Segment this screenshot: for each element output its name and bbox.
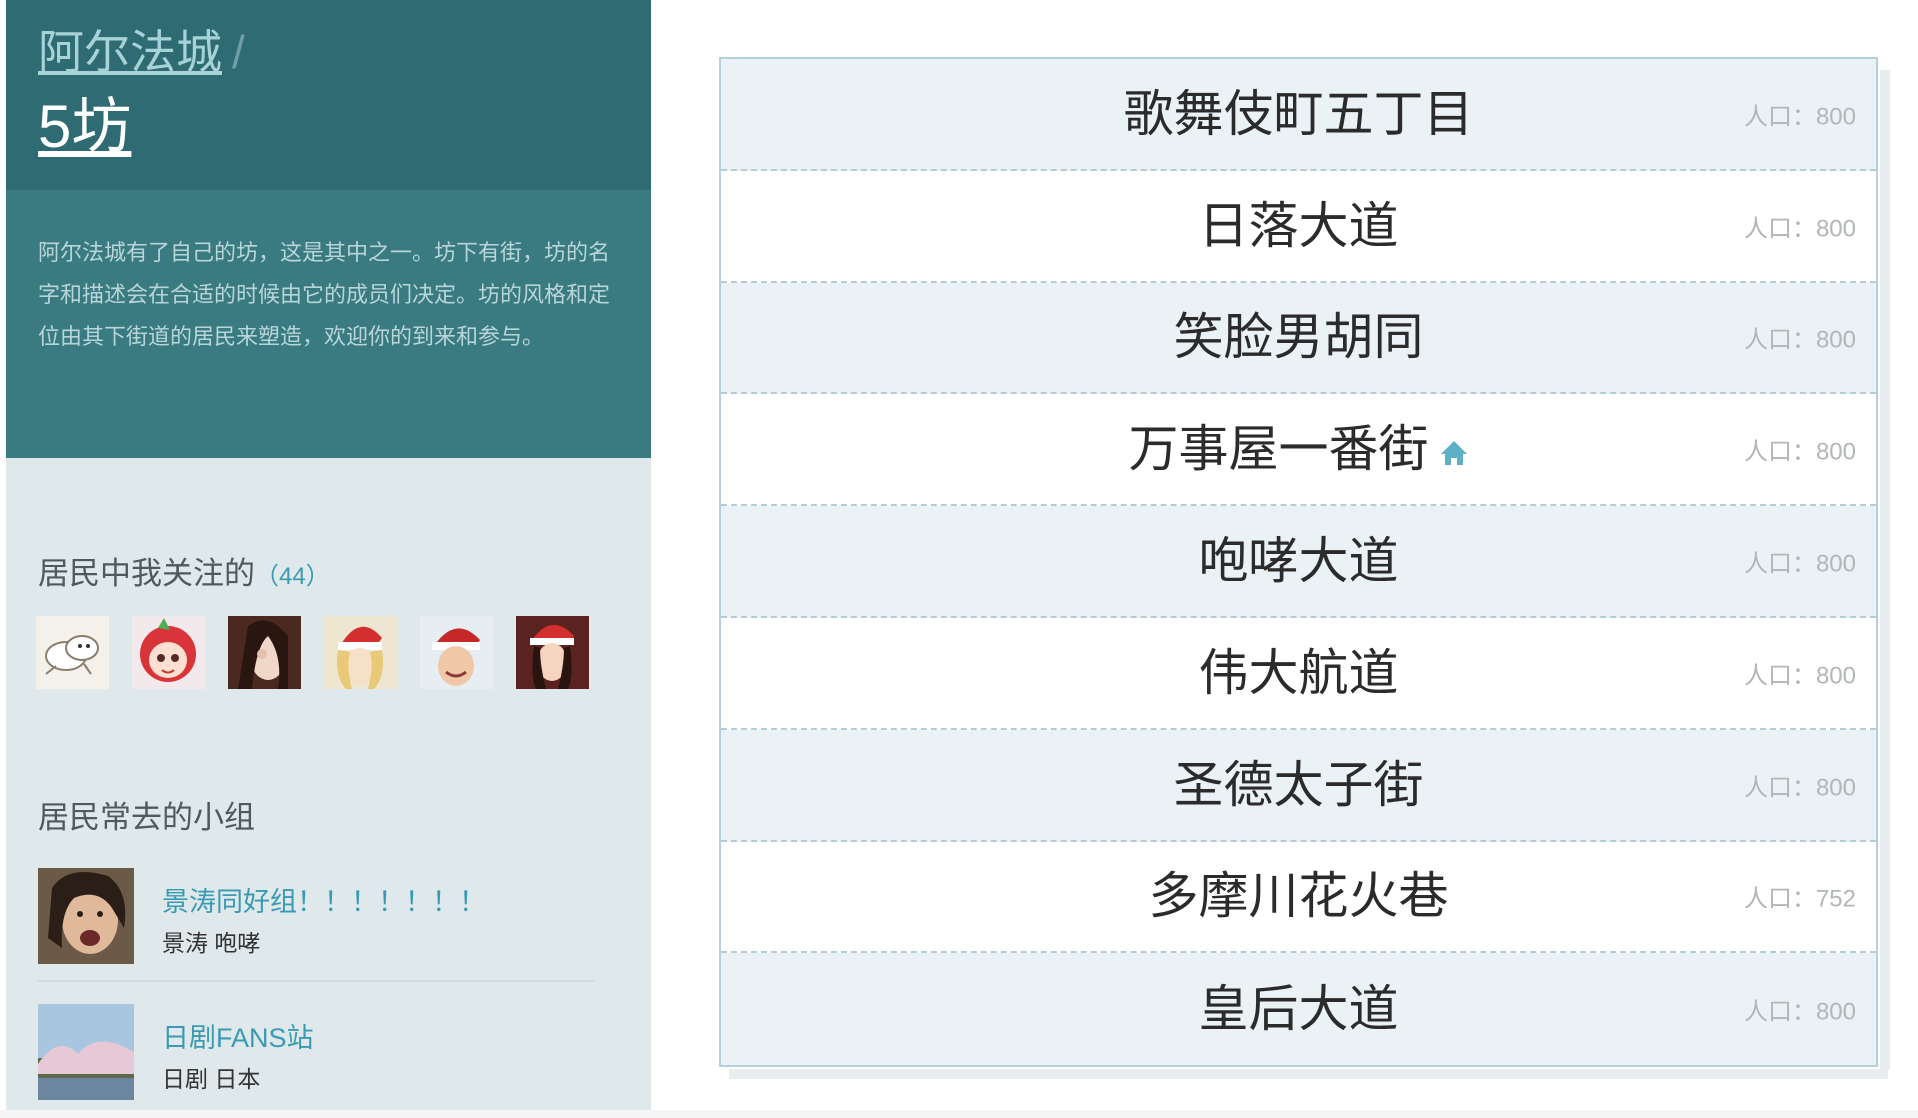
avatar[interactable]: [324, 616, 397, 689]
city-link[interactable]: 阿尔法城: [38, 26, 222, 78]
group-item[interactable]: 景涛同好组！！！！！！！ 景涛 咆哮: [38, 868, 598, 968]
groups-heading: 居民常去的小组: [38, 800, 255, 835]
breadcrumb-separator: /: [232, 26, 245, 78]
group-name-link[interactable]: 景涛同好组！！！！！！！: [162, 880, 486, 919]
street-row[interactable]: 日落大道 人口：800: [721, 170, 1876, 283]
population-label: 人口：: [1743, 998, 1816, 1026]
population-label: 人口：: [1743, 103, 1816, 131]
avatar[interactable]: [420, 616, 493, 689]
group-item[interactable]: 日剧FANS站 日剧 日本: [38, 1004, 598, 1104]
street-row[interactable]: 万事屋一番街 人口：800: [721, 394, 1876, 507]
avatar[interactable]: [228, 616, 301, 689]
population-label: 人口：: [1743, 774, 1816, 802]
group-thumbnail[interactable]: [38, 868, 134, 964]
street-name[interactable]: 日落大道: [721, 196, 1876, 256]
street-name[interactable]: 多摩川花火巷: [721, 866, 1876, 926]
population-label: 人口：: [1743, 885, 1816, 913]
street-name[interactable]: 皇后大道: [721, 979, 1876, 1039]
count-open: （: [255, 563, 279, 590]
street-row[interactable]: 圣德太子街 人口：800: [721, 729, 1876, 842]
followed-residents-heading: 居民中我关注的（44）: [38, 548, 330, 593]
description-panel: 阿尔法城有了自己的坊，这是其中之一。坊下有街，坊的名字和描述会在合适的时候由它的…: [6, 190, 651, 458]
street-list: 歌舞伎町五丁目 人口：800 日落大道 人口：800 笑脸男胡同 人口：800 …: [719, 57, 1878, 1067]
group-divider: [38, 980, 594, 982]
street-name[interactable]: 咆哮大道: [721, 531, 1876, 591]
street-name[interactable]: 笑脸男胡同: [721, 307, 1876, 367]
population-value: 800: [1815, 103, 1856, 131]
street-name-wrap[interactable]: 万事屋一番街: [721, 419, 1876, 479]
description-text: 阿尔法城有了自己的坊，这是其中之一。坊下有街，坊的名字和描述会在合适的时候由它的…: [38, 240, 611, 349]
followed-count-link[interactable]: 44: [279, 563, 306, 590]
group-name-link[interactable]: 日剧FANS站: [162, 1016, 314, 1055]
population-value: 800: [1815, 662, 1856, 690]
panel-shadow: [729, 1069, 1888, 1079]
street-row[interactable]: 多摩川花火巷 人口：752: [721, 841, 1876, 954]
population-value: 800: [1815, 774, 1856, 802]
population-label: 人口：: [1743, 438, 1816, 466]
avatar-list: [36, 616, 589, 689]
street-population: 人口：800: [1744, 655, 1856, 690]
population-value: 800: [1815, 438, 1856, 466]
street-name[interactable]: 万事屋一番街: [1129, 421, 1429, 477]
followed-residents-title: 居民中我关注的: [38, 556, 255, 591]
street-population: 人口：800: [1744, 320, 1856, 355]
street-row[interactable]: 歌舞伎町五丁目 人口：800: [721, 59, 1876, 171]
page-title: 5坊: [38, 93, 132, 160]
street-population: 人口：752: [1744, 879, 1856, 914]
street-row[interactable]: 笑脸男胡同 人口：800: [721, 282, 1876, 395]
population-value: 752: [1815, 885, 1856, 913]
street-row[interactable]: 咆哮大道 人口：800: [721, 506, 1876, 618]
street-population: 人口：800: [1744, 96, 1856, 131]
street-population: 人口：800: [1744, 208, 1856, 243]
population-value: 800: [1815, 215, 1856, 243]
panel-shadow: [1880, 70, 1890, 1070]
avatar[interactable]: [36, 616, 109, 689]
group-tags: 日剧 日本: [162, 1066, 261, 1092]
avatar[interactable]: [132, 616, 205, 689]
count-close: ）: [305, 563, 330, 590]
home-icon: [1440, 441, 1467, 466]
street-population: 人口：800: [1744, 432, 1856, 467]
sidebar: 阿尔法城/ 5坊 阿尔法城有了自己的坊，这是其中之一。坊下有街，坊的名字和描述会…: [6, 0, 651, 1118]
street-population: 人口：800: [1744, 992, 1856, 1027]
breadcrumb: 阿尔法城 /: [38, 24, 245, 80]
page-bottom-edge: [0, 1110, 1918, 1118]
street-population: 人口：800: [1744, 544, 1856, 579]
street-row[interactable]: 皇后大道 人口：800: [721, 953, 1876, 1066]
population-label: 人口：: [1743, 326, 1816, 354]
population-label: 人口：: [1743, 662, 1816, 690]
street-name[interactable]: 歌舞伎町五丁目: [721, 84, 1876, 144]
population-value: 800: [1815, 550, 1856, 578]
street-name[interactable]: 伟大航道: [721, 643, 1876, 703]
street-population: 人口：800: [1744, 767, 1856, 802]
sidebar-header: 阿尔法城/ 5坊: [6, 0, 651, 190]
avatar[interactable]: [516, 616, 589, 689]
group-thumbnail[interactable]: [38, 1004, 134, 1100]
street-name[interactable]: 圣德太子街: [721, 755, 1876, 815]
population-label: 人口：: [1743, 215, 1816, 243]
street-row[interactable]: 伟大航道 人口：800: [721, 617, 1876, 730]
group-tags: 景涛 咆哮: [162, 930, 261, 956]
population-value: 800: [1815, 998, 1856, 1026]
population-value: 800: [1815, 326, 1856, 354]
population-label: 人口：: [1743, 550, 1816, 578]
